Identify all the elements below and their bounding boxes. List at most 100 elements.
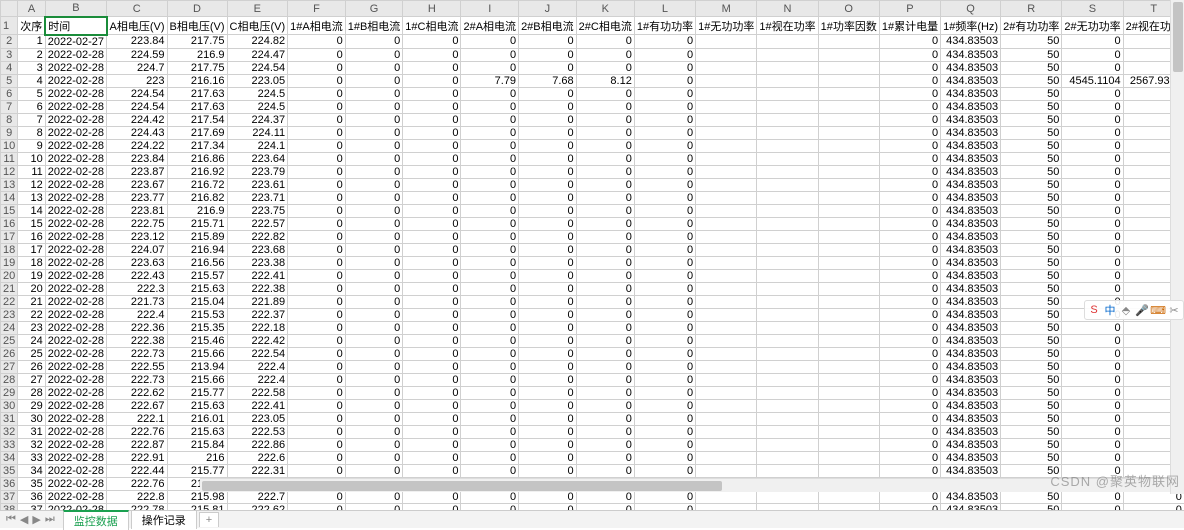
cell-C8[interactable]: 224.42 (107, 113, 168, 126)
cell-R6[interactable]: 50 (1001, 87, 1062, 100)
cell-G4[interactable]: 0 (345, 61, 403, 74)
cell-M19[interactable] (696, 256, 757, 269)
cell-B12[interactable]: 2022-02-28 (45, 165, 106, 178)
cell-A6[interactable]: 5 (18, 87, 46, 100)
cell-G18[interactable]: 0 (345, 243, 403, 256)
cell-D30[interactable]: 215.63 (167, 399, 227, 412)
cell-A17[interactable]: 16 (18, 230, 46, 243)
cell-H27[interactable]: 0 (403, 360, 461, 373)
row-header-5[interactable]: 5 (1, 74, 18, 87)
cell-M16[interactable] (696, 217, 757, 230)
cell-M22[interactable] (696, 295, 757, 308)
cell-H35[interactable]: 0 (403, 464, 461, 477)
cell-I38[interactable]: 0 (461, 503, 519, 510)
cell-I4[interactable]: 0 (461, 61, 519, 74)
cell-S33[interactable]: 0 (1062, 438, 1123, 451)
cell-L10[interactable]: 0 (634, 139, 695, 152)
cell-M15[interactable] (696, 204, 757, 217)
col-header-G[interactable]: G (345, 1, 403, 17)
cell-I15[interactable]: 0 (461, 204, 519, 217)
cell-K14[interactable]: 0 (576, 191, 634, 204)
cell-O17[interactable] (818, 230, 879, 243)
cell-B20[interactable]: 2022-02-28 (45, 269, 106, 282)
cell-D24[interactable]: 215.35 (167, 321, 227, 334)
cell-A23[interactable]: 22 (18, 308, 46, 321)
cell-C35[interactable]: 222.44 (107, 464, 168, 477)
cell-A33[interactable]: 32 (18, 438, 46, 451)
cell-A24[interactable]: 23 (18, 321, 46, 334)
row-header-31[interactable]: 31 (1, 412, 18, 425)
sheet-tab-bar[interactable]: ⏮ ◀ ▶ ⏭ 监控数据 操作记录 + (0, 510, 1184, 528)
cell-O19[interactable] (818, 256, 879, 269)
cell-L19[interactable]: 0 (634, 256, 695, 269)
row-header-8[interactable]: 8 (1, 113, 18, 126)
cell-L13[interactable]: 0 (634, 178, 695, 191)
cell-N13[interactable] (757, 178, 818, 191)
cell-C24[interactable]: 222.36 (107, 321, 168, 334)
cell-F21[interactable]: 0 (288, 282, 346, 295)
header-cell-A[interactable]: 次序 (18, 17, 46, 35)
cell-N18[interactable] (757, 243, 818, 256)
cell-C20[interactable]: 222.43 (107, 269, 168, 282)
cell-M7[interactable] (696, 100, 757, 113)
tab-nav-next-icon[interactable]: ▶ (32, 513, 40, 526)
header-cell-E[interactable]: C相电压(V) (227, 17, 288, 35)
cell-F28[interactable]: 0 (288, 373, 346, 386)
cell-Q34[interactable]: 434.83503 (941, 451, 1001, 464)
cell-K6[interactable]: 0 (576, 87, 634, 100)
cell-K9[interactable]: 0 (576, 126, 634, 139)
cell-E35[interactable]: 222.31 (227, 464, 288, 477)
row-header-3[interactable]: 3 (1, 48, 18, 61)
cell-K12[interactable]: 0 (576, 165, 634, 178)
row-header-27[interactable]: 27 (1, 360, 18, 373)
cell-M14[interactable] (696, 191, 757, 204)
cell-R16[interactable]: 50 (1001, 217, 1062, 230)
ime-tool-3[interactable]: 🎤 (1135, 303, 1149, 317)
cell-Q27[interactable]: 434.83503 (941, 360, 1001, 373)
cell-C15[interactable]: 223.81 (107, 204, 168, 217)
cell-A4[interactable]: 3 (18, 61, 46, 74)
cell-B16[interactable]: 2022-02-28 (45, 217, 106, 230)
cell-N20[interactable] (757, 269, 818, 282)
vertical-scroll-thumb[interactable] (1173, 2, 1183, 72)
cell-O31[interactable] (818, 412, 879, 425)
cell-Q6[interactable]: 434.83503 (941, 87, 1001, 100)
cell-G21[interactable]: 0 (345, 282, 403, 295)
cell-N25[interactable] (757, 334, 818, 347)
header-cell-O[interactable]: 1#功率因数 (818, 17, 879, 35)
cell-N9[interactable] (757, 126, 818, 139)
cell-A9[interactable]: 8 (18, 126, 46, 139)
cell-K32[interactable]: 0 (576, 425, 634, 438)
cell-C33[interactable]: 222.87 (107, 438, 168, 451)
cell-O8[interactable] (818, 113, 879, 126)
col-header-J[interactable]: J (519, 1, 577, 17)
cell-E22[interactable]: 221.89 (227, 295, 288, 308)
cell-N10[interactable] (757, 139, 818, 152)
cell-J24[interactable]: 0 (519, 321, 577, 334)
cell-Q4[interactable]: 434.83503 (941, 61, 1001, 74)
cell-B30[interactable]: 2022-02-28 (45, 399, 106, 412)
cell-S12[interactable]: 0 (1062, 165, 1123, 178)
cell-O2[interactable] (818, 35, 879, 49)
cell-Q24[interactable]: 434.83503 (941, 321, 1001, 334)
cell-L29[interactable]: 0 (634, 386, 695, 399)
cell-G6[interactable]: 0 (345, 87, 403, 100)
cell-L38[interactable]: 0 (634, 503, 695, 510)
cell-Q26[interactable]: 434.83503 (941, 347, 1001, 360)
cell-P22[interactable]: 0 (879, 295, 940, 308)
cell-F26[interactable]: 0 (288, 347, 346, 360)
cell-O27[interactable] (818, 360, 879, 373)
cell-K35[interactable]: 0 (576, 464, 634, 477)
cell-C17[interactable]: 223.12 (107, 230, 168, 243)
cell-P9[interactable]: 0 (879, 126, 940, 139)
cell-K22[interactable]: 0 (576, 295, 634, 308)
cell-C11[interactable]: 223.84 (107, 152, 168, 165)
cell-H10[interactable]: 0 (403, 139, 461, 152)
cell-C31[interactable]: 222.1 (107, 412, 168, 425)
cell-D3[interactable]: 216.9 (167, 48, 227, 61)
horizontal-scrollbar[interactable] (200, 478, 1170, 492)
cell-I11[interactable]: 0 (461, 152, 519, 165)
cell-I5[interactable]: 7.79 (461, 74, 519, 87)
cell-D16[interactable]: 215.71 (167, 217, 227, 230)
cell-L22[interactable]: 0 (634, 295, 695, 308)
